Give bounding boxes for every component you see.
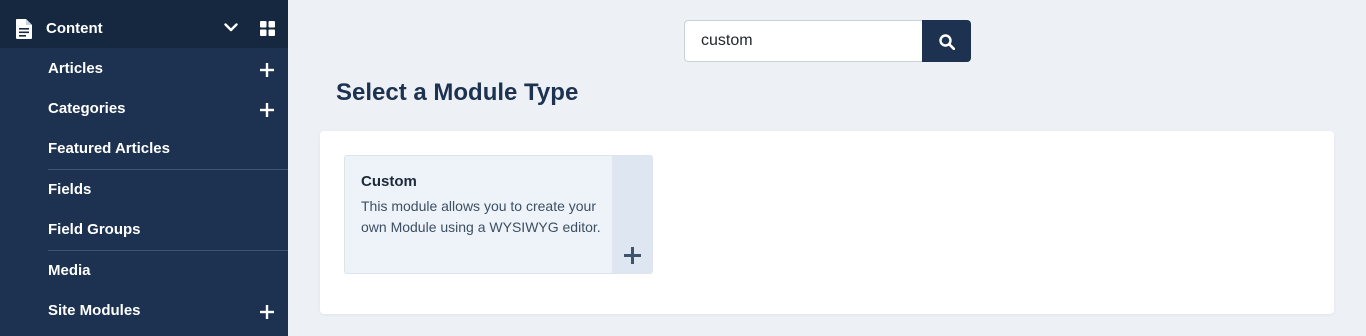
sidebar-item-label: Featured Articles	[48, 140, 170, 157]
plus-icon[interactable]	[260, 103, 274, 117]
sidebar-item-label: Site Modules	[48, 302, 141, 319]
plus-icon[interactable]	[260, 63, 274, 77]
sidebar-item-label: Media	[48, 262, 91, 279]
chevron-down-icon[interactable]	[224, 23, 238, 32]
sidebar-header-label: Content	[46, 20, 103, 37]
sidebar-item-featured-articles[interactable]: Featured Articles	[48, 130, 288, 170]
module-card-add-button[interactable]	[612, 156, 652, 273]
page-title: Select a Module Type	[336, 79, 579, 106]
dashboard-icon[interactable]	[260, 21, 275, 36]
sidebar-item-label: Fields	[48, 181, 92, 198]
sidebar-item-categories[interactable]: Categories	[48, 90, 288, 130]
module-card-title: Custom	[361, 173, 417, 190]
module-type-panel: Custom This module allows you to create …	[320, 131, 1334, 314]
search-button[interactable]	[922, 20, 971, 62]
module-card-custom[interactable]: Custom This module allows you to create …	[344, 155, 653, 274]
document-icon	[16, 19, 32, 39]
plus-icon	[624, 247, 641, 264]
sidebar-item-field-groups[interactable]: Field Groups	[48, 211, 288, 251]
sidebar-item-label: Articles	[48, 60, 104, 77]
sidebar-item-media[interactable]: Media	[48, 252, 288, 292]
plus-icon[interactable]	[260, 305, 274, 319]
sidebar-header-content[interactable]: Content	[0, 0, 288, 48]
sidebar-item-articles[interactable]: Articles	[48, 50, 288, 90]
sidebar-item-label: Categories	[48, 100, 126, 117]
sidebar-item-fields[interactable]: Fields	[48, 171, 288, 211]
sidebar-divider	[48, 250, 288, 251]
sidebar: Content Articles Categories Featured Art…	[0, 0, 288, 336]
search-icon	[939, 34, 955, 50]
sidebar-divider	[48, 169, 288, 170]
sidebar-item-site-modules[interactable]: Site Modules	[48, 292, 288, 332]
module-card-description: This module allows you to create your ow…	[361, 198, 601, 235]
search-input[interactable]	[684, 20, 922, 62]
sidebar-item-label: Field Groups	[48, 221, 141, 238]
